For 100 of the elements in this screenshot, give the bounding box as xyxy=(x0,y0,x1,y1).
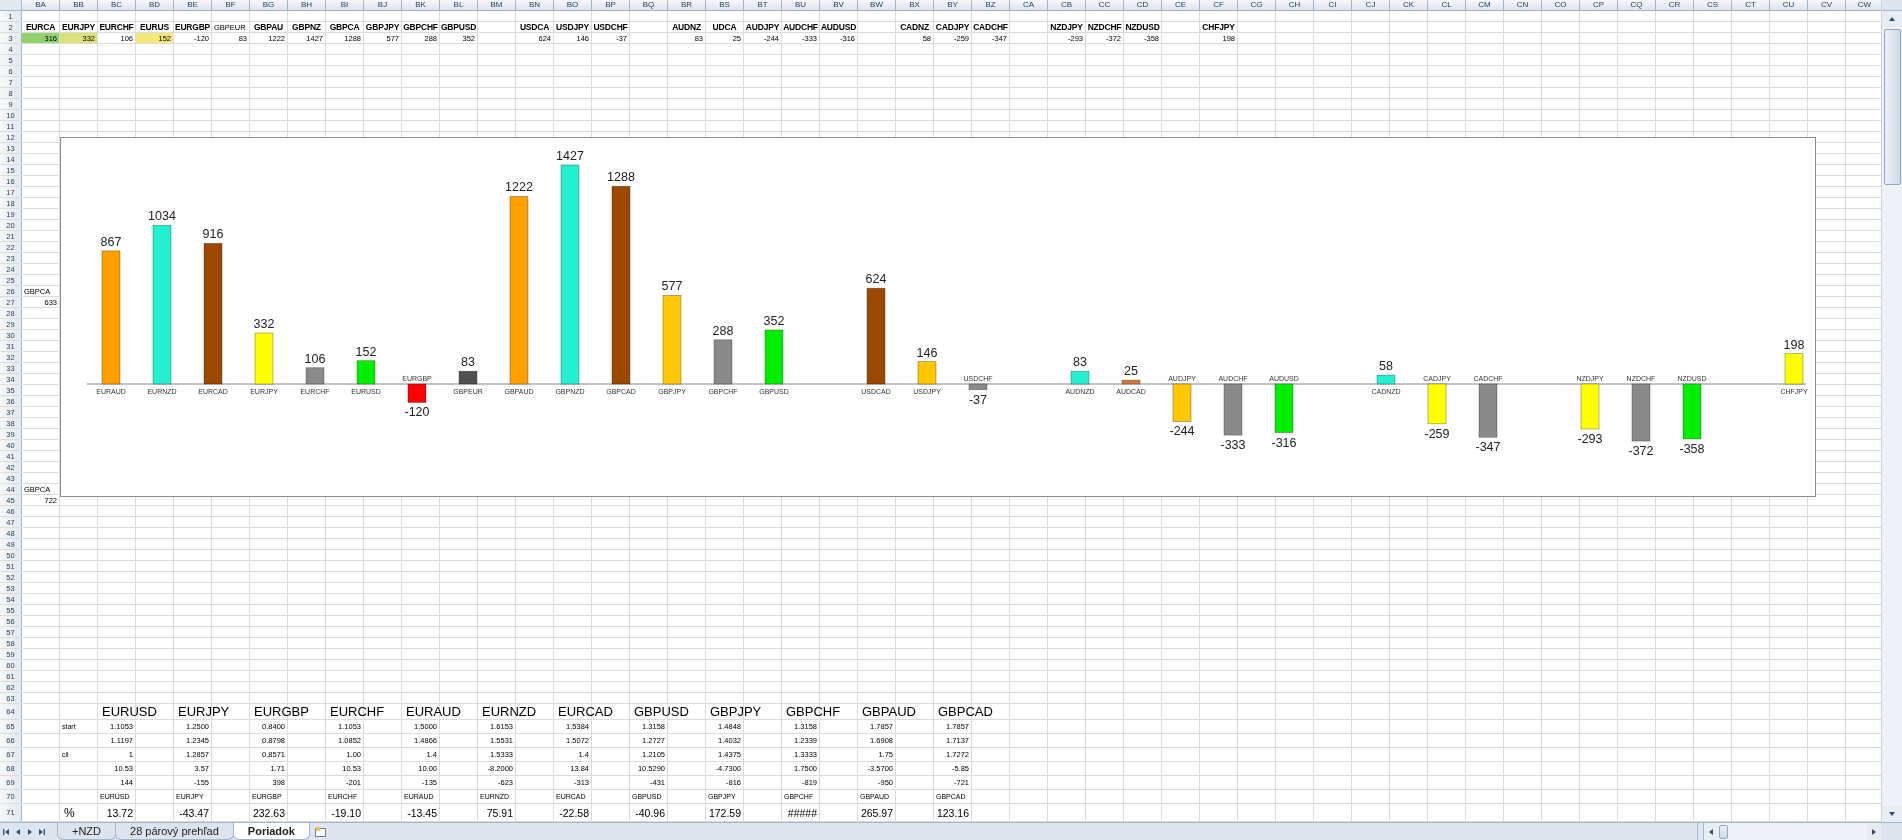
scroll-up-button[interactable] xyxy=(1882,11,1902,27)
table-cell-text: -43.47 xyxy=(178,805,210,821)
table-cell-text: EURCA xyxy=(24,22,57,32)
data-label: -333 xyxy=(1220,438,1246,453)
data-label: 106 xyxy=(304,351,326,366)
column-header[interactable]: CJ xyxy=(1352,0,1390,11)
scroll-left-button[interactable] xyxy=(1704,823,1718,840)
sheet-tab[interactable]: Poriadok xyxy=(232,823,310,840)
column-header[interactable]: CV xyxy=(1808,0,1846,11)
table-cell-text: NZDCHF xyxy=(1086,22,1123,32)
scroll-thumb[interactable] xyxy=(1883,29,1901,185)
down-arrow-icon xyxy=(1888,810,1896,818)
table-cell-text: % xyxy=(63,804,76,821)
table-cell-text: USDCHF xyxy=(592,22,629,32)
column-header[interactable]: CP xyxy=(1580,0,1618,11)
table-cell-text: EURGBP xyxy=(253,704,310,719)
column-header[interactable]: CL xyxy=(1428,0,1466,11)
table-cell-text: GBPCHF xyxy=(402,22,439,32)
table-cell-text: GBPCA xyxy=(328,22,361,32)
data-label: -37 xyxy=(968,392,988,407)
column-header[interactable]: CB xyxy=(1048,0,1086,11)
column-header[interactable]: CC xyxy=(1086,0,1124,11)
right-arrow-icon xyxy=(1870,827,1878,836)
scroll-thumb[interactable] xyxy=(1719,824,1728,839)
data-label: 146 xyxy=(916,345,938,360)
column-header[interactable]: CE xyxy=(1162,0,1200,11)
table-cell-text: CADNZ xyxy=(899,22,930,32)
table-cell-text: 75.91 xyxy=(485,805,514,821)
table-cell-text: GBPJPY xyxy=(709,704,763,719)
column-header[interactable]: CD xyxy=(1124,0,1162,11)
table-cell: GBPUSD xyxy=(440,22,478,32)
column-header[interactable]: CU xyxy=(1770,0,1808,11)
scroll-down-button[interactable] xyxy=(1882,806,1902,822)
column-header[interactable]: CA xyxy=(1010,0,1048,11)
data-label: 198 xyxy=(1783,337,1805,352)
table-cell-text: UDCA xyxy=(711,22,738,32)
column-header[interactable]: CT xyxy=(1732,0,1770,11)
up-arrow-icon xyxy=(1888,15,1896,23)
column-header[interactable]: CH xyxy=(1276,0,1314,11)
table-cell-text: 232.63 xyxy=(251,805,286,821)
table-cell-text: EURCAD xyxy=(557,704,614,719)
table-cell-text: CHFJPY xyxy=(1201,22,1236,32)
table-cell-text: USDCA xyxy=(518,22,551,32)
column-header[interactable]: BC xyxy=(98,0,136,11)
column-header[interactable]: BJ xyxy=(364,0,402,11)
column-header[interactable]: BV xyxy=(820,0,858,11)
column-header[interactable]: BI xyxy=(326,0,364,11)
table-cell-text: -40.96 xyxy=(634,805,666,821)
column-header[interactable]: CG xyxy=(1238,0,1276,11)
table-cell-text: GBPAUD xyxy=(861,704,917,719)
table-cell: EURGBP xyxy=(174,22,212,32)
data-label: 83 xyxy=(1073,355,1087,370)
data-label: -293 xyxy=(1577,432,1603,446)
table-cell-text: AUDNZ xyxy=(671,22,702,32)
table-cell-text: -19.10 xyxy=(330,805,362,821)
column-header[interactable]: BY xyxy=(934,0,972,11)
data-label: -347 xyxy=(1475,440,1501,455)
table-cell-text: ##### xyxy=(786,805,818,821)
table-cell: AUDUSD xyxy=(820,22,858,32)
skip-right-icon xyxy=(38,827,46,836)
data-label: 25 xyxy=(1124,364,1138,379)
data-label: 152 xyxy=(355,344,377,359)
column-header[interactable]: BZ xyxy=(972,0,1010,11)
column-header[interactable]: BA xyxy=(22,0,60,11)
column-header[interactable]: CO xyxy=(1542,0,1580,11)
table-cell-text: EURCHF xyxy=(329,704,386,719)
column-header[interactable]: CI xyxy=(1314,0,1352,11)
table-cell-text: -22.58 xyxy=(558,805,590,821)
column-header[interactable]: CS xyxy=(1694,0,1732,11)
column-header[interactable]: BT xyxy=(744,0,782,11)
data-label: 624 xyxy=(865,272,887,287)
table-cell-text: CADJPY xyxy=(934,22,971,32)
sheet-tab[interactable]: +NZD xyxy=(57,823,117,840)
column-header[interactable]: BK xyxy=(402,0,440,11)
column-header[interactable]: BL xyxy=(440,0,478,11)
data-label: 916 xyxy=(202,227,224,242)
column-header[interactable]: CR xyxy=(1656,0,1694,11)
table-cell-text: 13.72 xyxy=(105,805,134,821)
data-label: -120 xyxy=(404,405,430,420)
column-header[interactable]: CK xyxy=(1390,0,1428,11)
column-header[interactable]: BF xyxy=(212,0,250,11)
table-cell-text: 265.97 xyxy=(859,805,894,821)
data-label: 577 xyxy=(661,279,683,294)
data-label: 867 xyxy=(100,234,122,249)
table-cell-text: USDJPY xyxy=(555,22,590,32)
table-cell-text: CADCHF xyxy=(972,22,1009,32)
column-header[interactable]: BE xyxy=(174,0,212,11)
column-header[interactable]: BX xyxy=(896,0,934,11)
column-header[interactable]: CF xyxy=(1200,0,1238,11)
scroll-right-button[interactable] xyxy=(1867,823,1881,840)
table-cell-text: GBPAU xyxy=(252,22,285,32)
data-label: 58 xyxy=(1379,359,1393,374)
data-label: -316 xyxy=(1271,435,1297,450)
column-header[interactable]: BP xyxy=(592,0,630,11)
left-arrow-icon xyxy=(1707,827,1715,836)
table-cell-text: GBPUSD xyxy=(633,704,690,719)
column-header[interactable]: CN xyxy=(1504,0,1542,11)
table-cell-text: 123.16 xyxy=(935,805,970,821)
data-label: 332 xyxy=(253,317,275,332)
table-cell-text: GBPNZ xyxy=(291,22,322,32)
